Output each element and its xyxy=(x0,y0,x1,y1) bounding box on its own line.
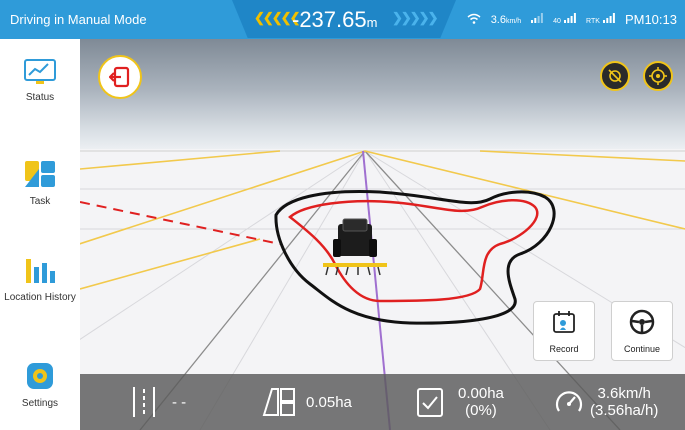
distance-panel: ❮❮❮❮❮ -237.65m ❯❯❯❯❯ xyxy=(232,0,456,38)
sidebar-item-settings[interactable]: Settings xyxy=(0,361,80,409)
distance-unit: m xyxy=(366,15,378,30)
exit-icon xyxy=(109,66,130,88)
distance-readout: -237.65m xyxy=(292,7,377,33)
speed-info: 3.6km/h (3.56ha/h) xyxy=(554,374,658,430)
satellite-signal: 40 xyxy=(553,13,576,26)
exit-button[interactable] xyxy=(98,55,142,99)
area-value: 0.05ha xyxy=(306,393,352,411)
signal-off-button[interactable] xyxy=(600,61,630,91)
speed-value: 3.6km/h xyxy=(597,385,651,402)
sidebar-item-label: Status xyxy=(25,92,55,103)
field-overlay xyxy=(80,150,685,430)
rtk-signal: RTK xyxy=(586,13,615,26)
sidebar-item-label: Settings xyxy=(21,398,59,409)
distance-value: -237.65 xyxy=(292,7,367,32)
speed-indicator: 3.6km/h xyxy=(490,13,522,26)
sidebar-item-location-history[interactable]: Location History xyxy=(0,253,80,303)
line-spacing-icon xyxy=(133,387,155,417)
steering-wheel-icon xyxy=(629,309,655,335)
locate-button[interactable] xyxy=(643,61,673,91)
record-button[interactable]: Record xyxy=(533,301,595,361)
line-value: - - xyxy=(172,393,187,411)
sidebar: Status Task Location History Settings xyxy=(0,39,81,430)
continue-button[interactable]: Continue xyxy=(611,301,673,361)
line-info: - - xyxy=(130,374,186,430)
rate-value: (3.56ha/h) xyxy=(590,402,659,419)
continue-label: Continue xyxy=(623,344,661,354)
crosshair-icon xyxy=(649,67,667,85)
sidebar-item-label: Location History xyxy=(4,292,76,303)
speedometer-icon xyxy=(555,391,583,412)
cell-signal-icon xyxy=(531,13,544,26)
tractor-icon xyxy=(323,218,387,276)
sidebar-item-task[interactable]: Task xyxy=(0,159,80,207)
mode-title: Driving in Manual Mode xyxy=(10,12,147,27)
area-info: 0.05ha xyxy=(262,374,352,430)
status-area: 3.6km/h 40 RTK PM10:13 xyxy=(467,12,677,27)
completed-check-icon xyxy=(417,388,443,417)
clock: PM10:13 xyxy=(624,12,677,27)
bottom-info-bar: - - 0.05ha 0.00ha (0%) 3.6km/h (3.56ha/h… xyxy=(80,374,685,430)
task-icon xyxy=(25,161,55,187)
record-label: Record xyxy=(549,344,579,354)
completed-values: 0.00ha (0%) xyxy=(458,385,504,419)
no-signal-icon xyxy=(608,69,622,83)
gear-icon xyxy=(27,363,53,389)
location-history-icon xyxy=(26,259,55,283)
speed-values: 3.6km/h (3.56ha/h) xyxy=(590,385,658,419)
record-icon xyxy=(553,311,575,333)
sidebar-item-label: Task xyxy=(29,196,51,207)
sidebar-item-status[interactable]: Status xyxy=(0,59,80,103)
field-area-icon xyxy=(262,388,295,416)
completed-info: 0.00ha (0%) xyxy=(416,374,504,430)
status-chart-icon xyxy=(24,59,56,84)
top-bar: Driving in Manual Mode ❮❮❮❮❮ -237.65m ❯❯… xyxy=(0,0,685,39)
right-chevrons-icon: ❯❯❯❯❯ xyxy=(392,10,438,25)
done-area: 0.00ha xyxy=(458,385,504,402)
done-percent: (0%) xyxy=(465,402,497,419)
map-view[interactable]: Record Continue xyxy=(80,39,685,430)
wifi-icon xyxy=(467,13,481,27)
